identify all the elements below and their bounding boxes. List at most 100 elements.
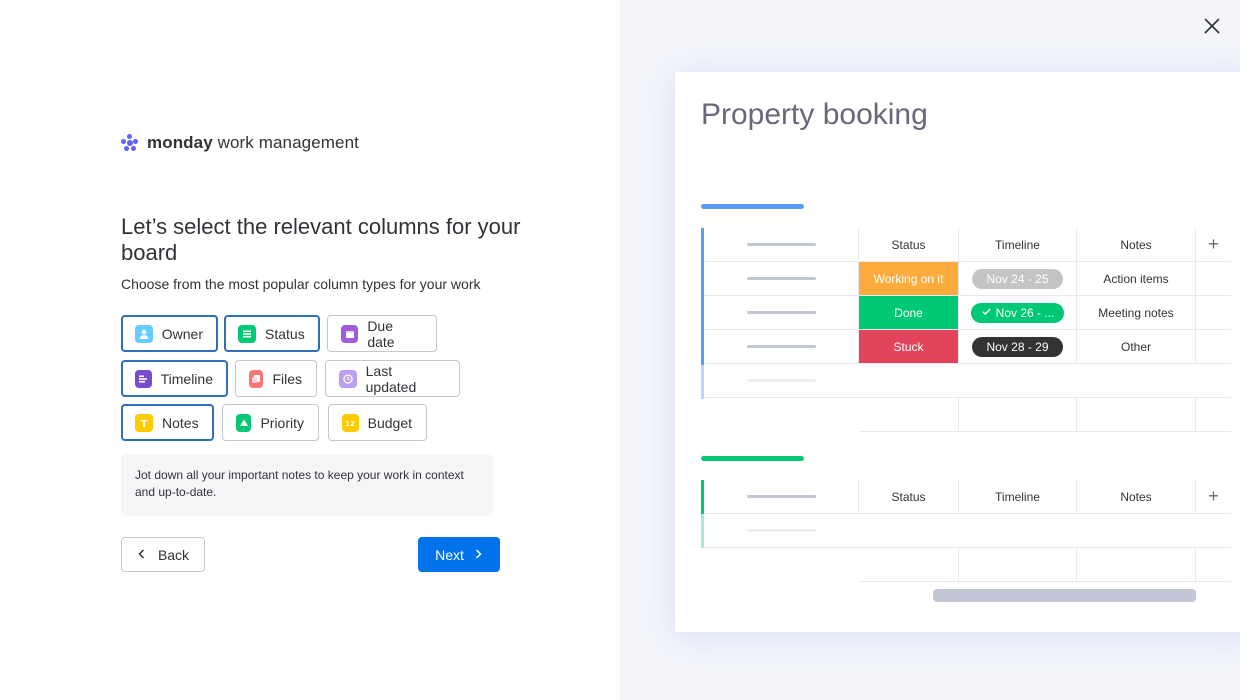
column-option-timeline[interactable]: Timeline <box>121 360 228 397</box>
board-table-group-1: Status Timeline Notes + Working on it No… <box>701 228 1231 432</box>
column-option-label: Last updated <box>365 362 417 395</box>
column-description: Jot down all your important notes to kee… <box>121 454 493 516</box>
monday-logo-icon <box>121 134 139 152</box>
person-icon <box>135 324 153 343</box>
add-item-row[interactable] <box>701 514 1231 548</box>
timeline-pill: Nov 26 - ... <box>970 302 1065 323</box>
monday-logo: monday work management <box>121 133 359 153</box>
close-button[interactable] <box>1200 14 1224 38</box>
board-preview: Property booking Status Timeline Notes +… <box>675 72 1240 632</box>
table-header-row: Status Timeline Notes + <box>701 228 1231 262</box>
placeholder-line <box>747 495 816 498</box>
table-header-row: Status Timeline Notes + <box>701 480 1231 514</box>
page-subtitle: Choose from the most popular column type… <box>121 276 481 292</box>
placeholder-line <box>747 529 816 532</box>
chevron-right-icon <box>474 547 483 563</box>
summary-cell <box>859 548 959 582</box>
logo-text-rest: work management <box>212 133 359 152</box>
timeline-header: Timeline <box>959 228 1077 262</box>
svg-text:12: 12 <box>345 420 355 428</box>
table-row: Working on it Nov 24 - 25 Action items <box>701 262 1231 296</box>
clock-icon <box>339 369 357 388</box>
timeline-pill: Nov 28 - 29 <box>972 336 1063 357</box>
column-option-due-date[interactable]: Due date <box>327 315 437 352</box>
status-cell: Stuck <box>859 330 959 364</box>
summary-row <box>701 398 1231 432</box>
notes-header: Notes <box>1077 228 1196 262</box>
item-name-cell <box>704 262 859 296</box>
board-title: Property booking <box>701 98 928 131</box>
column-option-files[interactable]: Files <box>235 360 317 397</box>
summary-cell <box>959 548 1077 582</box>
logo-text-bold: monday <box>147 133 213 152</box>
numbers-icon: 12 <box>342 413 359 432</box>
timeline-pill: Nov 24 - 25 <box>972 268 1063 289</box>
placeholder-line <box>747 311 816 314</box>
next-button[interactable]: Next <box>418 537 500 572</box>
column-option-budget[interactable]: 12 Budget <box>328 404 427 441</box>
column-option-label: Due date <box>367 317 395 350</box>
horizontal-scrollbar[interactable] <box>933 589 1196 602</box>
summary-cell <box>1196 548 1231 582</box>
placeholder-line <box>747 379 816 382</box>
column-option-last-updated[interactable]: Last updated <box>325 360 460 397</box>
timeline-pill-text: Nov 24 - 25 <box>986 271 1049 286</box>
text-icon: T <box>135 413 153 432</box>
back-button[interactable]: Back <box>121 537 205 572</box>
summary-cell <box>959 398 1077 432</box>
chevron-left-icon <box>137 547 146 563</box>
empty-cell <box>1196 262 1231 296</box>
item-name-cell <box>704 296 859 330</box>
add-item-row[interactable] <box>701 364 1231 398</box>
back-button-label: Back <box>157 546 190 563</box>
status-cell: Working on it <box>859 262 959 296</box>
status-cell: Done <box>859 296 959 330</box>
add-column-button[interactable]: + <box>1196 228 1231 262</box>
status-header: Status <box>859 228 959 262</box>
next-button-label: Next <box>435 546 464 563</box>
name-header-cell <box>704 228 859 262</box>
status-list-icon <box>238 324 256 343</box>
calendar-icon <box>341 324 359 343</box>
timeline-pill-text: Nov 28 - 29 <box>986 339 1049 354</box>
setup-panel: monday work management Let’s select the … <box>0 0 620 700</box>
column-option-status[interactable]: Status <box>224 315 320 352</box>
column-option-owner[interactable]: Owner <box>121 315 218 352</box>
group-color-bar <box>701 204 804 209</box>
svg-text:T: T <box>141 419 148 429</box>
timeline-icon <box>135 369 152 388</box>
table-row: Done Nov 26 - ... Meeting notes <box>701 296 1231 330</box>
placeholder-line <box>747 345 816 348</box>
notes-header: Notes <box>1077 480 1196 514</box>
notes-cell: Action items <box>1077 262 1196 296</box>
name-header-cell <box>704 480 859 514</box>
empty-cell <box>1196 330 1231 364</box>
status-header: Status <box>859 480 959 514</box>
notes-cell: Other <box>1077 330 1196 364</box>
timeline-cell: Nov 28 - 29 <box>959 330 1077 364</box>
empty-cell <box>1196 296 1231 330</box>
column-option-priority[interactable]: Priority <box>222 404 319 441</box>
page-title: Let’s select the relevant columns for yo… <box>121 214 521 265</box>
files-icon <box>249 369 264 388</box>
column-option-label: Status <box>265 325 305 342</box>
group-color-bar <box>701 456 804 461</box>
board-preview-panel: Property booking Status Timeline Notes +… <box>620 0 1240 700</box>
timeline-pill-text: Nov 26 - ... <box>995 305 1055 320</box>
summary-cell <box>859 398 959 432</box>
summary-cell <box>1077 398 1196 432</box>
add-item-cell <box>704 364 1231 398</box>
add-column-button[interactable]: + <box>1196 480 1231 514</box>
column-option-label: Budget <box>367 414 412 431</box>
add-item-cell <box>704 514 1231 548</box>
item-name-cell <box>704 330 859 364</box>
priority-icon <box>236 413 252 432</box>
summary-cell <box>1077 548 1196 582</box>
column-option-label: Timeline <box>160 370 213 387</box>
placeholder-line <box>747 243 816 246</box>
column-option-label: Priority <box>260 414 304 431</box>
placeholder-line <box>747 277 816 280</box>
notes-cell: Meeting notes <box>1077 296 1196 330</box>
summary-row <box>701 548 1231 582</box>
column-option-notes[interactable]: T Notes <box>121 404 214 441</box>
